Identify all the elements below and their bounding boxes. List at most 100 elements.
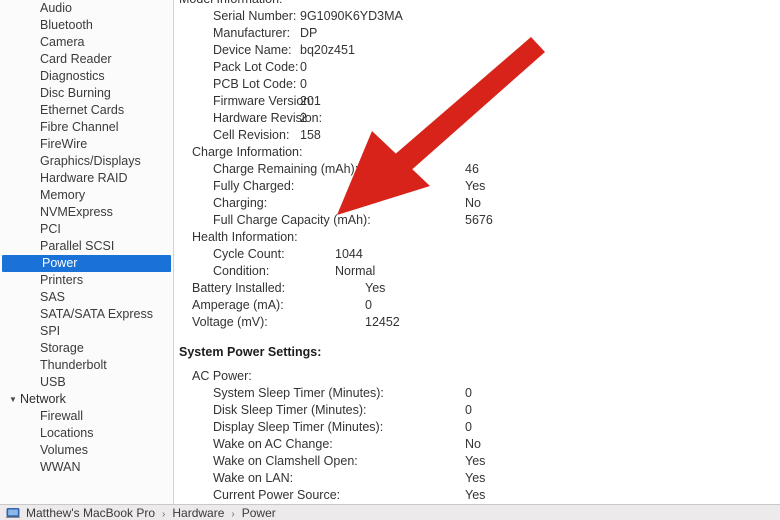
sidebar-item-storage[interactable]: Storage — [0, 340, 173, 357]
section-heading-row: System Power Settings: — [175, 344, 780, 361]
detail-label: Battery Installed: — [192, 281, 286, 295]
sidebar-item-thunderbolt[interactable]: Thunderbolt — [0, 357, 173, 374]
detail-row: Cell Revision: 158 — [175, 127, 780, 144]
sidebar-item-power[interactable]: Power — [2, 255, 171, 272]
sidebar-item-firewire[interactable]: FireWire — [0, 136, 173, 153]
detail-row: Serial Number: 9G1090K6YD3MA — [175, 8, 780, 25]
sidebar-item-card-reader[interactable]: Card Reader — [0, 51, 173, 68]
sidebar-item-label: Graphics/Displays — [40, 154, 141, 168]
sidebar-item-label: Parallel SCSI — [40, 239, 115, 253]
detail-value: 1044 — [335, 247, 363, 261]
breadcrumb[interactable]: Matthew's MacBook Pro › Hardware › Power — [26, 506, 276, 520]
sidebar-item-network[interactable]: ▼ Network — [0, 391, 173, 408]
sidebar-item-firewall[interactable]: Firewall — [0, 408, 173, 425]
detail-label: Manufacturer: — [213, 26, 291, 40]
sidebar-item-label: Audio — [40, 1, 72, 15]
detail-row: Amperage (mA): 0 — [175, 297, 780, 314]
sidebar-item-label: Fibre Channel — [40, 120, 119, 134]
detail-label: Charging: — [213, 196, 268, 210]
sidebar-item-parallel-scsi[interactable]: Parallel SCSI — [0, 238, 173, 255]
sidebar-item-label: Disc Burning — [40, 86, 111, 100]
sidebar-item-spi[interactable]: SPI — [0, 323, 173, 340]
breadcrumb-item[interactable]: Power — [242, 506, 276, 520]
sidebar-item-nvmexpress[interactable]: NVMExpress — [0, 204, 173, 221]
sidebar-item-hardware-raid[interactable]: Hardware RAID — [0, 170, 173, 187]
detail-row: Device Name: bq20z451 — [175, 42, 780, 59]
sidebar-item-label: PCI — [40, 222, 61, 236]
sidebar-item-wwan[interactable]: WWAN — [0, 459, 173, 476]
sidebar-item-label: Firewall — [40, 409, 84, 423]
sidebar[interactable]: Audio Bluetooth Camera Card Reader Diagnosti… — [0, 0, 174, 504]
sidebar-item-label: SATA/SATA Express — [40, 307, 153, 321]
detail-label: Cell Revision: — [213, 128, 290, 142]
detail-row: Voltage (mV): 12452 — [175, 314, 780, 331]
sidebar-item-label: SPI — [40, 324, 61, 338]
detail-value: 0 — [365, 298, 372, 312]
detail-label: Wake on AC Change: — [213, 437, 333, 451]
section-label: Health Information: — [192, 230, 298, 244]
sidebar-item-disc-burning[interactable]: Disc Burning — [0, 85, 173, 102]
section-label: Model Information: — [179, 0, 283, 8]
detail-row: Display Sleep Timer (Minutes): 0 — [175, 419, 780, 436]
detail-label: Current Power Source: — [213, 488, 341, 502]
sidebar-item-camera[interactable]: Camera — [0, 34, 173, 51]
detail-label: Wake on Clamshell Open: — [213, 454, 358, 468]
sidebar-item-sas[interactable]: SAS — [0, 289, 173, 306]
sidebar-item-pci[interactable]: PCI — [0, 221, 173, 238]
detail-value: 0 — [465, 386, 472, 400]
sidebar-item-locations[interactable]: Locations — [0, 425, 173, 442]
sidebar-item-graphics-displays[interactable]: Graphics/Displays — [0, 153, 173, 170]
detail-row: Hardware Revision: 2 — [175, 110, 780, 127]
detail-value: Yes — [465, 179, 486, 193]
detail-value: 5676 — [465, 213, 493, 227]
detail-row: Disk Sleep Timer (Minutes): 0 — [175, 402, 780, 419]
breadcrumb-status-bar[interactable]: Matthew's MacBook Pro › Hardware › Power — [0, 504, 780, 520]
detail-label: PCB Lot Code: — [213, 77, 297, 91]
detail-row: Manufacturer: DP — [175, 25, 780, 42]
sidebar-item-ethernet-cards[interactable]: Ethernet Cards — [0, 102, 173, 119]
breadcrumb-separator-icon: › — [231, 508, 235, 520]
detail-row: Fully Charged: Yes — [175, 178, 780, 195]
detail-value: No — [465, 196, 481, 210]
sidebar-item-volumes[interactable]: Volumes — [0, 442, 173, 459]
detail-value: 9G1090K6YD3MA — [300, 9, 403, 23]
section-label: AC Power: — [192, 369, 252, 383]
sidebar-item-label: Thunderbolt — [40, 358, 107, 372]
detail-value: 158 — [300, 128, 321, 142]
detail-value: Yes — [465, 454, 486, 468]
sidebar-item-label: Card Reader — [40, 52, 112, 66]
detail-label: Serial Number: — [213, 9, 297, 23]
breadcrumb-item[interactable]: Matthew's MacBook Pro — [26, 506, 155, 520]
detail-value: 12452 — [365, 315, 400, 329]
detail-label: Charge Remaining (mAh): — [213, 162, 359, 176]
sidebar-item-label: Bluetooth — [40, 18, 93, 32]
sidebar-item-bluetooth[interactable]: Bluetooth — [0, 17, 173, 34]
sidebar-item-fibre-channel[interactable]: Fibre Channel — [0, 119, 173, 136]
detail-label: Condition: — [213, 264, 270, 278]
detail-row: Charge Remaining (mAh): 46 — [175, 161, 780, 178]
detail-label: Wake on LAN: — [213, 471, 294, 485]
sidebar-item-audio[interactable]: Audio — [0, 0, 173, 17]
detail-value: Yes — [365, 281, 386, 295]
detail-label: Disk Sleep Timer (Minutes): — [213, 403, 367, 417]
sidebar-item-label: Hardware RAID — [40, 171, 128, 185]
detail-label: Cycle Count: — [213, 247, 285, 261]
sidebar-item-diagnostics[interactable]: Diagnostics — [0, 68, 173, 85]
detail-label: Pack Lot Code: — [213, 60, 299, 74]
sidebar-item-sata-sata-express[interactable]: SATA/SATA Express — [0, 306, 173, 323]
detail-row: Battery Installed: Yes — [175, 280, 780, 297]
sidebar-item-label: Storage — [40, 341, 84, 355]
sidebar-item-label: Network — [20, 392, 66, 406]
sidebar-item-label: USB — [40, 375, 66, 389]
disclosure-triangle-icon[interactable]: ▼ — [9, 391, 19, 408]
sidebar-item-label: Diagnostics — [40, 69, 105, 83]
sidebar-item-memory[interactable]: Memory — [0, 187, 173, 204]
sidebar-item-printers[interactable]: Printers — [0, 272, 173, 289]
detail-value: Yes — [465, 471, 486, 485]
sidebar-item-usb[interactable]: USB — [0, 374, 173, 391]
sidebar-item-label: WWAN — [40, 460, 81, 474]
breadcrumb-item[interactable]: Hardware — [172, 506, 224, 520]
detail-row: Full Charge Capacity (mAh): 5676 — [175, 212, 780, 229]
